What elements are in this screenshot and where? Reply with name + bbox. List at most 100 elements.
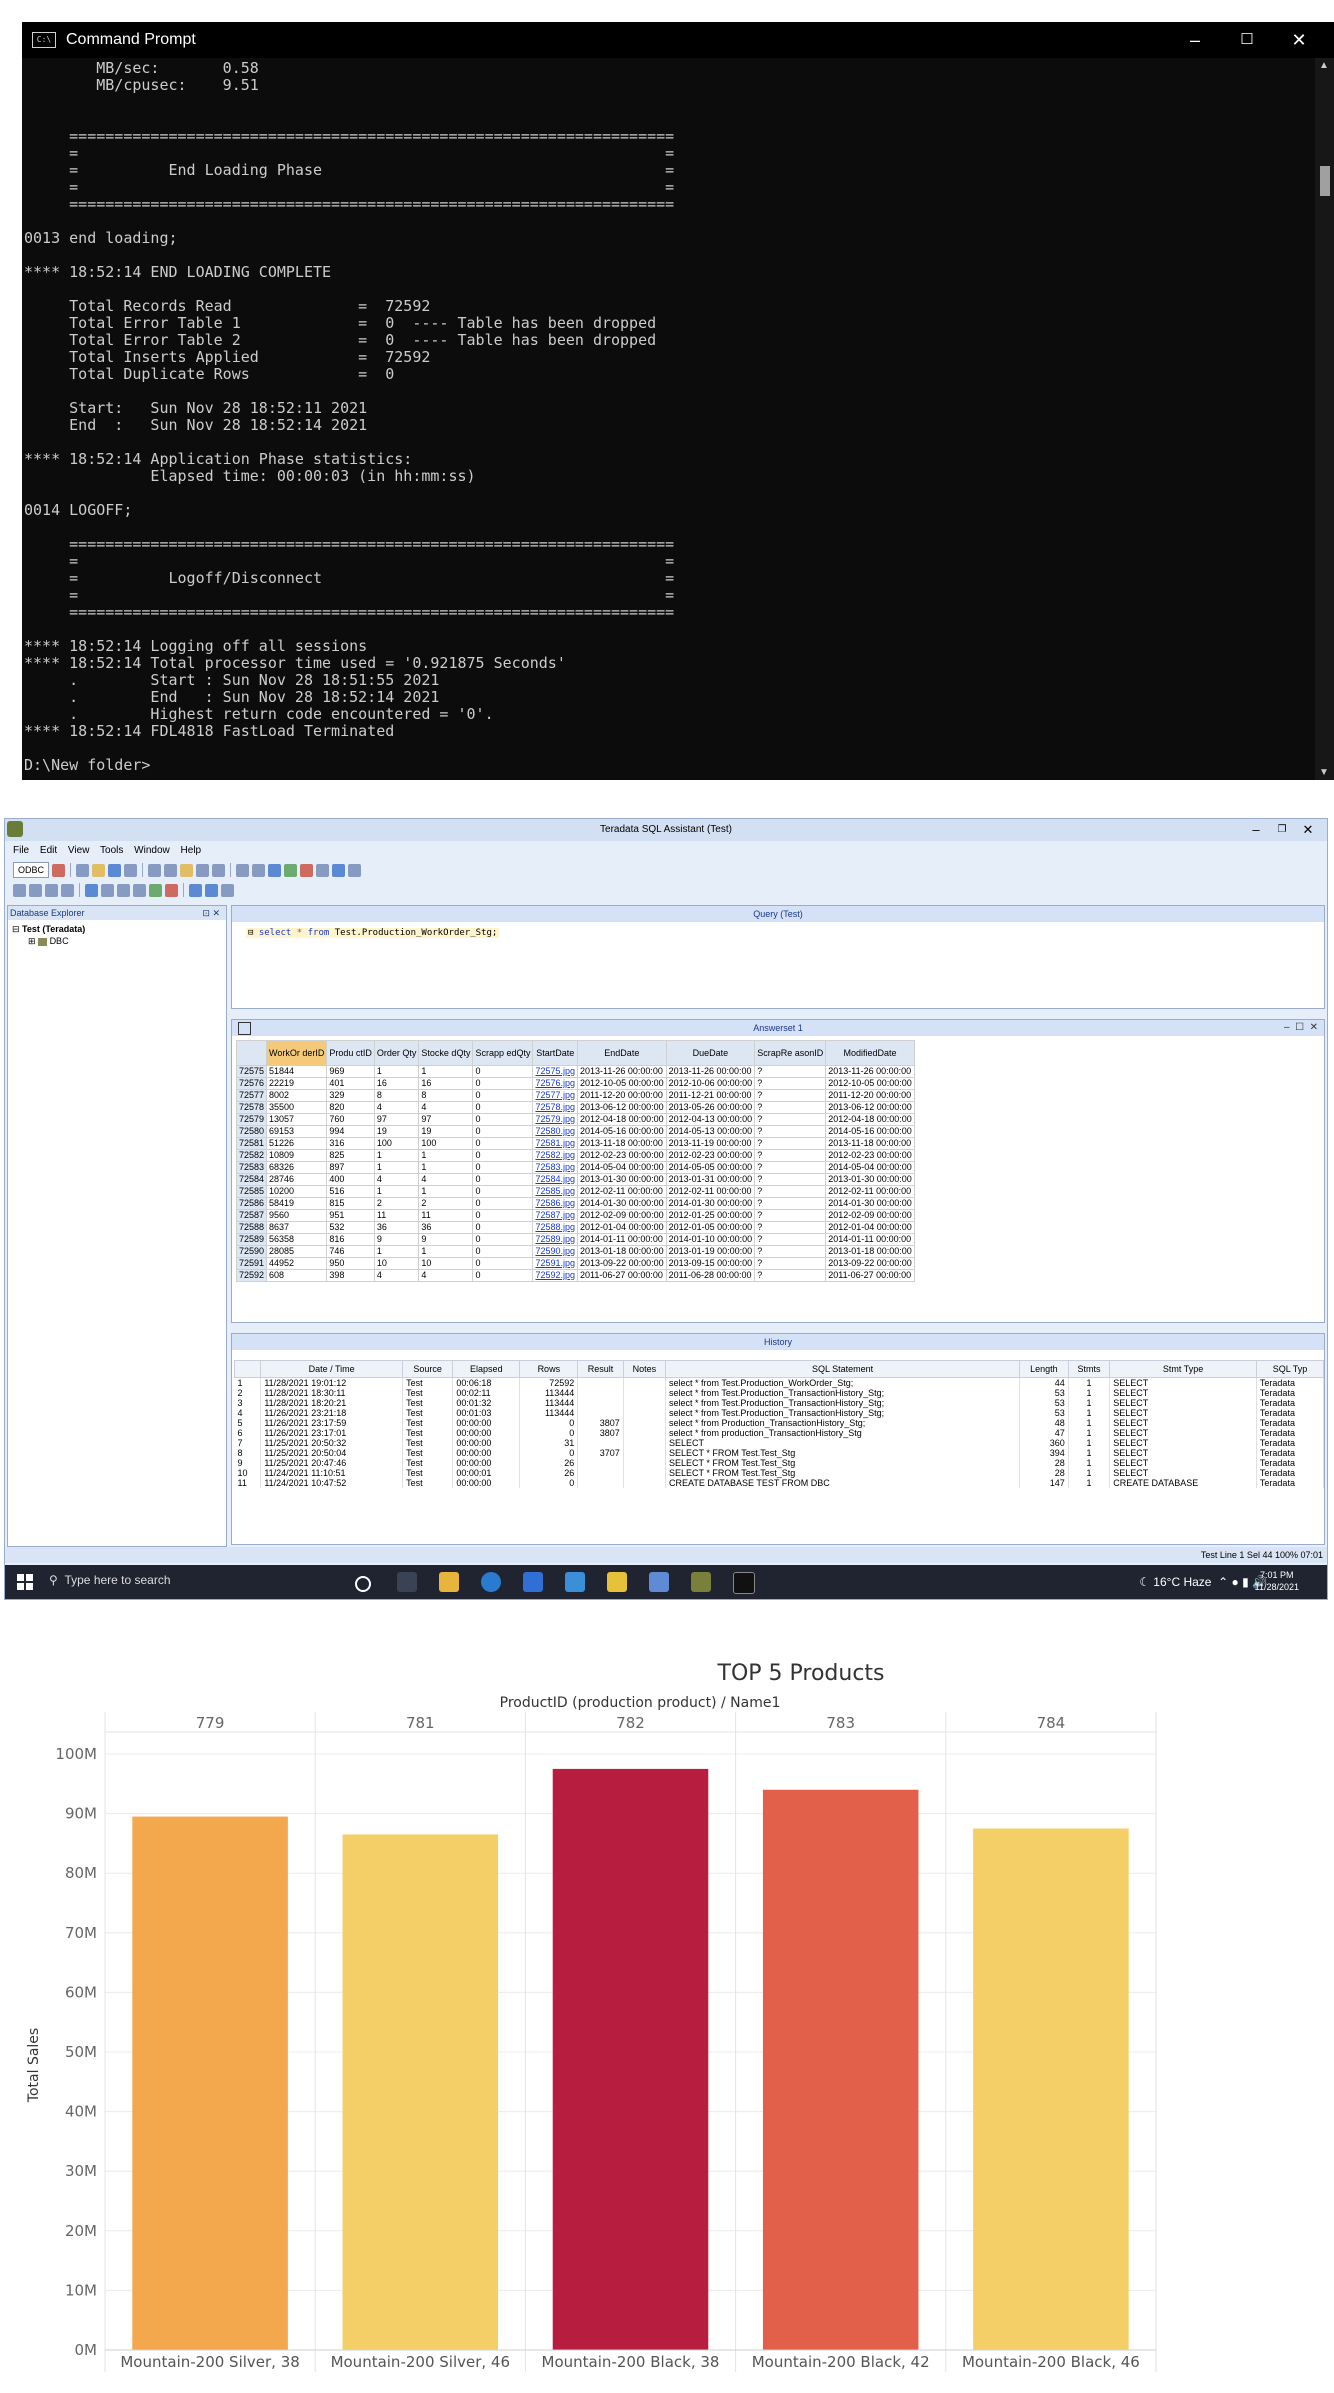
cell-link[interactable]: 72589.jpg bbox=[532, 1233, 579, 1246]
table-row[interactable]: 72581 51226 316 100 100 0 72581.jpg 2013-11-18 … bbox=[235, 1137, 915, 1150]
paste-icon[interactable] bbox=[180, 863, 194, 877]
history-grid[interactable]: Date / Time Source Elapsed Rows Result Notes S… bbox=[233, 1360, 1324, 1488]
redo-icon[interactable] bbox=[212, 863, 226, 877]
new-icon[interactable] bbox=[76, 863, 90, 877]
taskbar-clock[interactable]: 7:01 PM 11/28/2021 bbox=[1255, 1569, 1299, 1593]
minimize-icon[interactable]: – bbox=[1175, 26, 1215, 54]
table-row[interactable]: 72575 51844 969 1 1 0 72575.jpg 2013-11-26 00:0… bbox=[235, 1065, 915, 1078]
datasource-select[interactable]: ODBC bbox=[13, 862, 50, 878]
table-row[interactable]: 9 11/25/2021 20:47:46 Test 00:00:00 26 SELECT… bbox=[234, 1458, 1324, 1468]
column-header[interactable]: SQL Typ bbox=[1255, 1360, 1324, 1378]
column-header[interactable]: Scrapp edQty bbox=[472, 1040, 534, 1066]
column-header[interactable]: Stmt Type bbox=[1109, 1360, 1257, 1378]
indent-icon[interactable] bbox=[13, 883, 26, 897]
restore-icon[interactable]: ❐ bbox=[1271, 819, 1293, 841]
table-row[interactable]: 72579 13057 760 97 97 0 72579.jpg 2012-04-18 00… bbox=[235, 1113, 915, 1126]
column-header[interactable]: Produ ctID bbox=[326, 1040, 375, 1066]
cell-link[interactable]: 72580.jpg bbox=[532, 1125, 579, 1138]
cell-link[interactable]: 72576.jpg bbox=[532, 1077, 579, 1090]
table-row[interactable]: 72586 58419 815 2 2 0 72586.jpg 2014-01-30 00:0… bbox=[235, 1197, 915, 1210]
table-row[interactable]: 11 11/24/2021 10:47:52 Test 00:00:00 0 CREATE… bbox=[234, 1478, 1324, 1488]
cell-link[interactable]: 72577.jpg bbox=[532, 1089, 579, 1102]
window-layout-icon[interactable] bbox=[189, 883, 202, 897]
column-header[interactable]: Stmts bbox=[1067, 1360, 1111, 1378]
table-row[interactable]: 72578 35500 820 4 4 0 72578.jpg 2013-06-12 00:0… bbox=[235, 1101, 915, 1114]
column-header[interactable]: Length bbox=[1019, 1360, 1069, 1378]
store-icon[interactable] bbox=[565, 1572, 585, 1592]
pin-icon[interactable]: ⊡ ✕ bbox=[202, 906, 220, 920]
column-header[interactable]: Stocke dQty bbox=[418, 1040, 474, 1066]
tile-icon[interactable] bbox=[205, 883, 218, 897]
scroll-up-icon[interactable]: ▲ bbox=[1319, 60, 1329, 71]
comment-icon[interactable] bbox=[45, 883, 58, 897]
task-view-icon[interactable] bbox=[397, 1572, 417, 1592]
sum-icon[interactable] bbox=[133, 883, 146, 897]
execute-icon[interactable] bbox=[284, 863, 298, 877]
file-explorer-icon[interactable] bbox=[439, 1572, 459, 1592]
column-header[interactable]: Result bbox=[577, 1360, 624, 1378]
table-row[interactable]: 72585 10200 516 1 1 0 72585.jpg 2012-02-11 00:0… bbox=[235, 1185, 915, 1198]
table-row[interactable]: 72590 28085 746 1 1 0 72590.jpg 2013-01-18 00:0… bbox=[235, 1245, 915, 1258]
cut-icon[interactable] bbox=[148, 863, 162, 877]
answerset-grid[interactable]: WorkOr derID Produ ctID Order Qty Stocke dQ… bbox=[235, 1040, 915, 1282]
menu-window[interactable]: Window bbox=[134, 845, 170, 856]
table-row[interactable]: 6 11/26/2021 23:17:01 Test 00:00:00 0 3807 sel… bbox=[234, 1428, 1324, 1438]
print-icon[interactable] bbox=[124, 863, 138, 877]
table-row[interactable]: 72576 22219 401 16 16 0 72576.jpg 2012-10-05 00… bbox=[235, 1077, 915, 1090]
table-row[interactable]: 8 11/25/2021 20:50:04 Test 00:00:00 0 3707 SEL… bbox=[234, 1448, 1324, 1458]
scroll-down-icon[interactable]: ▼ bbox=[1319, 767, 1329, 778]
cmd-taskbar-icon[interactable] bbox=[733, 1572, 755, 1594]
table-row[interactable]: 4 11/26/2021 23:21:18 Test 00:01:03 113444 se… bbox=[234, 1408, 1324, 1418]
cell-link[interactable]: 72583.jpg bbox=[532, 1161, 579, 1174]
query-editor[interactable]: ⊟ select * from Test.Production_WorkOrde… bbox=[246, 928, 500, 938]
column-header[interactable]: DueDate bbox=[665, 1040, 756, 1066]
filter-icon[interactable] bbox=[165, 883, 178, 897]
row-header-corner[interactable] bbox=[235, 1040, 268, 1066]
windows-start-icon[interactable] bbox=[17, 1574, 33, 1590]
scrollbar-thumb[interactable] bbox=[1320, 166, 1330, 196]
table-row[interactable]: 72592 608 398 4 4 0 72592.jpg 2011-06-27 00:00:… bbox=[235, 1269, 915, 1282]
close-icon[interactable]: ✕ bbox=[1279, 26, 1319, 54]
cascade-icon[interactable] bbox=[221, 883, 234, 897]
table-row[interactable]: 72591 44952 950 10 10 0 72591.jpg 2013-09-22 00… bbox=[235, 1257, 915, 1270]
console-output[interactable]: MB/sec: 0.58 MB/cpusec: 9.51 ===========… bbox=[24, 60, 1294, 778]
undo-icon[interactable] bbox=[196, 863, 210, 877]
column-header[interactable] bbox=[233, 1360, 262, 1378]
cell-link[interactable]: 72586.jpg bbox=[532, 1197, 579, 1210]
cell-link[interactable]: 72584.jpg bbox=[532, 1173, 579, 1186]
column-header[interactable]: StartDate bbox=[532, 1040, 579, 1066]
cell-link[interactable]: 72575.jpg bbox=[532, 1065, 579, 1078]
table-row[interactable]: 72582 10809 825 1 1 0 72582.jpg 2012-02-23 00:0… bbox=[235, 1149, 915, 1162]
table-row[interactable]: 3 11/28/2021 18:20:21 Test 00:01:32 113444 se… bbox=[234, 1398, 1324, 1408]
menu-edit[interactable]: Edit bbox=[40, 845, 57, 856]
save-icon[interactable] bbox=[108, 863, 122, 877]
column-header[interactable]: Elapsed bbox=[452, 1360, 521, 1378]
mail-icon[interactable] bbox=[523, 1572, 543, 1592]
sort-icon[interactable] bbox=[268, 863, 282, 877]
help-icon[interactable] bbox=[348, 863, 362, 877]
cortana-icon[interactable] bbox=[355, 1576, 371, 1592]
replace-icon[interactable] bbox=[252, 863, 266, 877]
table-row[interactable]: 72588 8637 532 36 36 0 72588.jpg 2012-01-04 00:… bbox=[235, 1221, 915, 1234]
table-row[interactable]: 72577 8002 329 8 8 0 72577.jpg 2011-12-20 00:00… bbox=[235, 1089, 915, 1102]
chart-icon[interactable] bbox=[149, 883, 162, 897]
app-icon-blue[interactable] bbox=[649, 1572, 669, 1592]
menu-view[interactable]: View bbox=[68, 845, 90, 856]
sql-assistant-taskbar-icon[interactable] bbox=[691, 1572, 711, 1592]
table-row[interactable]: 72583 68326 897 1 1 0 72583.jpg 2014-05-04 00:0… bbox=[235, 1161, 915, 1174]
export-icon[interactable] bbox=[101, 883, 114, 897]
cell-link[interactable]: 72581.jpg bbox=[532, 1137, 579, 1150]
tree-node-dbc[interactable]: ⊞ DBC bbox=[28, 936, 69, 947]
cell-link[interactable]: 72578.jpg bbox=[532, 1101, 579, 1114]
column-header[interactable]: Rows bbox=[519, 1360, 579, 1378]
menu-tools[interactable]: Tools bbox=[100, 845, 123, 856]
cell-link[interactable]: 72587.jpg bbox=[532, 1209, 579, 1222]
column-header[interactable]: EndDate bbox=[577, 1040, 667, 1066]
format-icon[interactable] bbox=[316, 863, 330, 877]
find-icon[interactable] bbox=[236, 863, 250, 877]
import-icon[interactable] bbox=[117, 883, 130, 897]
pane-window-controls[interactable]: – ☐ ✕ bbox=[1284, 1020, 1318, 1036]
column-header[interactable]: Order Qty bbox=[373, 1040, 420, 1066]
menu-help[interactable]: Help bbox=[181, 845, 202, 856]
cell-link[interactable]: 72590.jpg bbox=[532, 1245, 579, 1258]
